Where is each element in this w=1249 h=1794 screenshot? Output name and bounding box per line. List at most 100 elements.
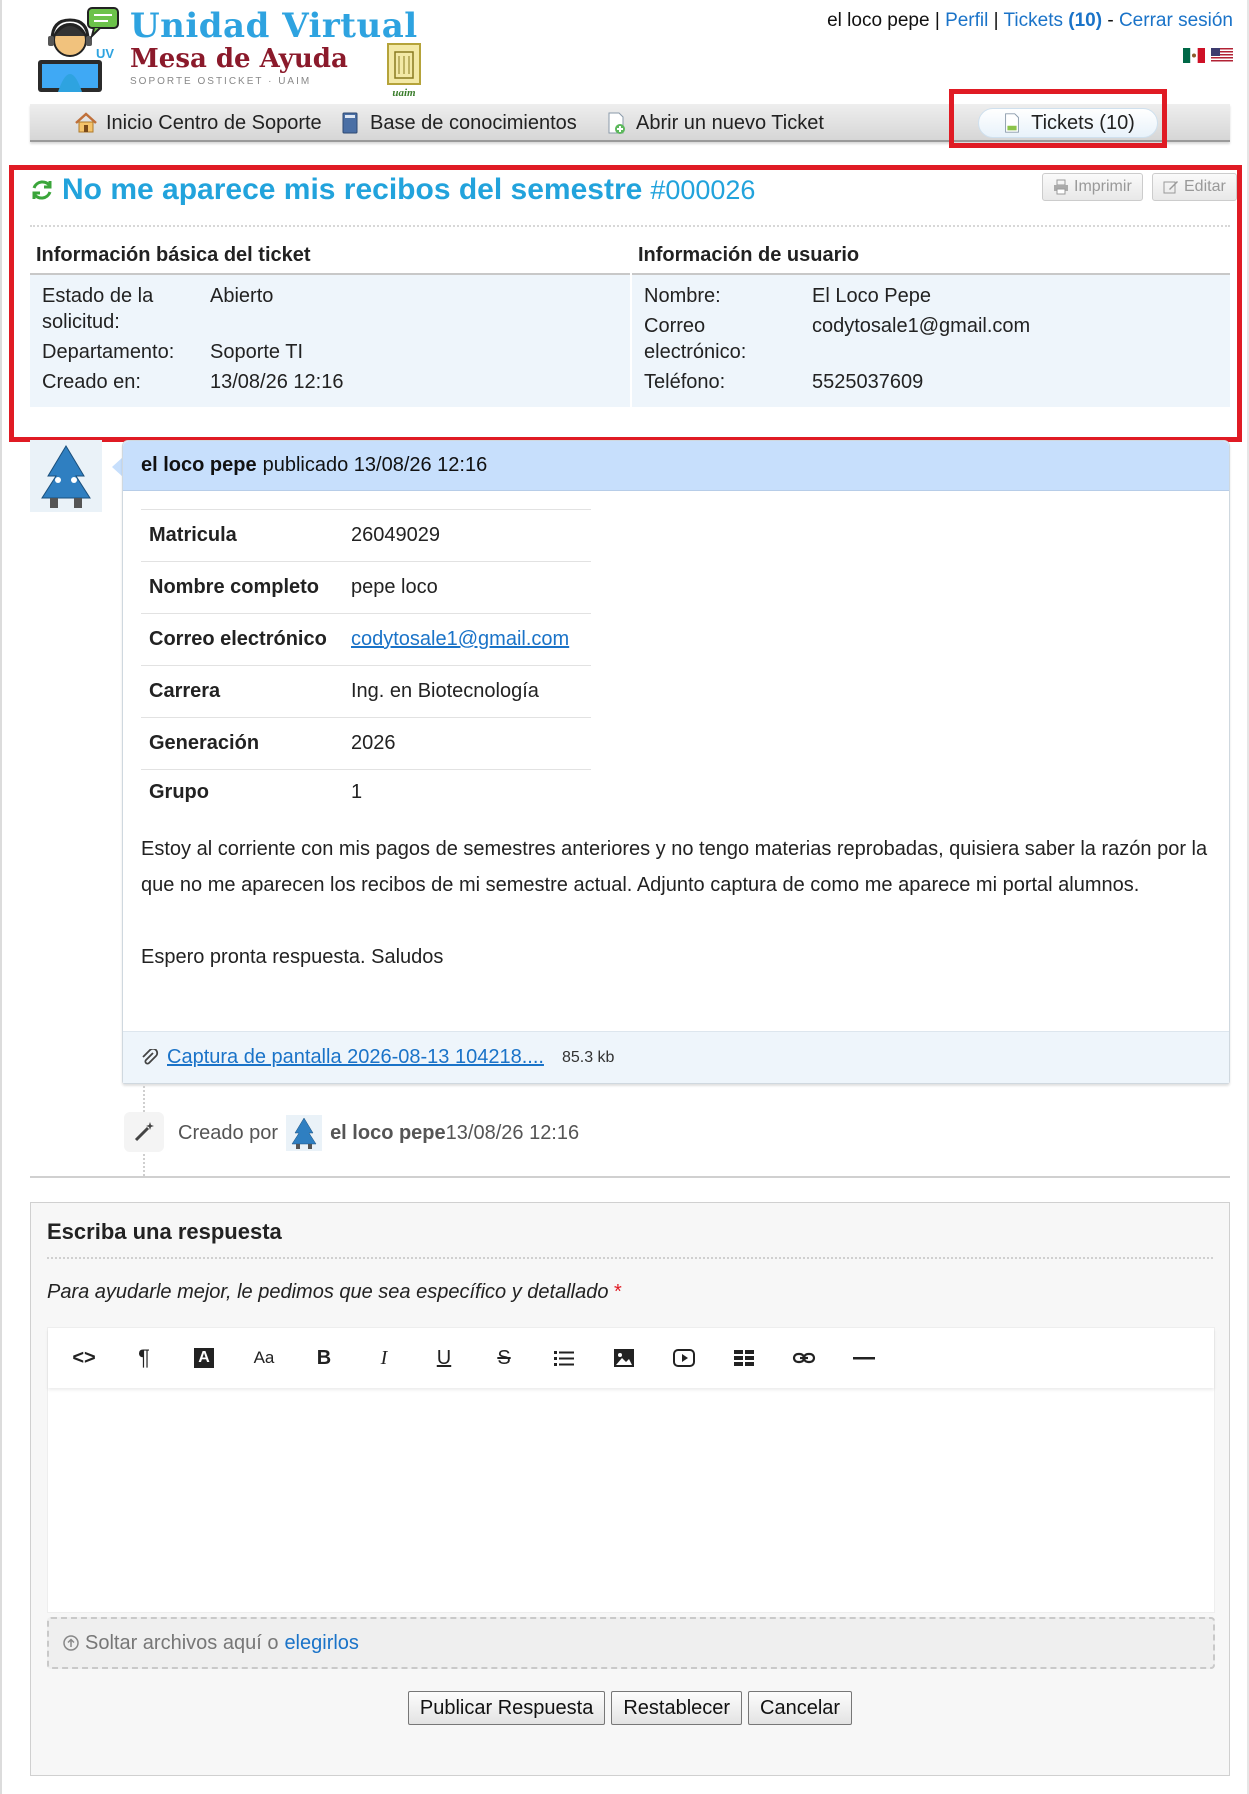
user-email-value: codytosale1@gmail.com — [812, 315, 1031, 337]
nav-knowledge-base-label: Base de conocimientos — [370, 111, 577, 134]
nav-home[interactable]: Inicio Centro de Soporte — [74, 104, 322, 142]
field-email-link[interactable]: codytosale1@gmail.com — [351, 628, 569, 650]
seal-label: uaim — [392, 87, 416, 99]
table-row: Carrera Ing. en Biotecnología — [141, 665, 591, 718]
attachment-size: 85.3 kb — [561, 1048, 615, 1066]
event-author: el loco pepe — [330, 1121, 446, 1144]
new-ticket-icon — [608, 112, 625, 134]
table-row: Nombre completo pepe loco — [141, 561, 591, 614]
font-color-button[interactable]: A — [174, 1338, 234, 1378]
choose-files-link[interactable]: elegirlos — [284, 1632, 358, 1655]
book-icon — [342, 112, 358, 134]
image-icon — [614, 1349, 634, 1367]
nav-home-label: Inicio Centro de Soporte — [106, 111, 322, 134]
page: UV Unidad Virtual Mesa de Ayuda SOPORTE … — [0, 0, 1249, 1794]
main-nav: Inicio Centro de Soporte Base de conocim… — [30, 104, 1230, 142]
horizontal-rule-button[interactable] — [834, 1338, 894, 1378]
mexico-flag-icon[interactable] — [1183, 48, 1205, 63]
table-button[interactable] — [714, 1338, 774, 1378]
reply-form: Escriba una respuesta Para ayudarle mejo… — [30, 1202, 1230, 1776]
reset-button[interactable]: Restablecer — [611, 1691, 743, 1725]
ticket-title: No me aparece mis recibos del semestre #… — [30, 170, 755, 210]
printer-icon — [1054, 179, 1068, 195]
tickets-link[interactable]: Tickets (10) — [1004, 10, 1103, 31]
editor-toolbar: <> ¶ A Aa B I U S — [48, 1328, 1214, 1388]
thread-end-separator — [30, 1176, 1230, 1178]
ticket-number: #000026 — [650, 174, 756, 205]
nav-new-ticket-label: Abrir un nuevo Ticket — [636, 111, 824, 134]
table-row: Generación 2026 — [141, 717, 591, 770]
link-icon — [792, 1352, 816, 1364]
field-group: 1 — [343, 769, 591, 816]
header-separator — [30, 225, 1230, 227]
edit-label: Editar — [1184, 178, 1226, 195]
paperclip-icon — [142, 1048, 159, 1064]
refresh-icon[interactable] — [30, 178, 54, 202]
italic-button[interactable]: I — [354, 1338, 414, 1378]
nav-knowledge-base[interactable]: Base de conocimientos — [338, 104, 577, 142]
status-value: Abierto — [210, 285, 274, 307]
username: el loco pepe — [827, 10, 930, 31]
thread-author: el loco pepe — [141, 454, 257, 476]
info-row-name: Nombre: El Loco Pepe — [632, 281, 1230, 311]
edit-button[interactable]: Editar — [1152, 173, 1237, 201]
thread-event: Creado por el loco pepe13/08/26 12:16 — [178, 1115, 580, 1151]
print-button[interactable]: Imprimir — [1042, 173, 1143, 201]
logo-badge: UV — [96, 46, 114, 61]
nav-tickets[interactable]: Tickets (10) — [978, 108, 1158, 138]
event-time: 13/08/26 12:16 — [445, 1121, 580, 1144]
required-marker: * — [614, 1281, 622, 1303]
thread-message: Estoy al corriente con mis pagos de seme… — [141, 831, 1211, 1011]
underline-button[interactable]: U — [414, 1338, 474, 1378]
site-logo[interactable]: UV Unidad Virtual Mesa de Ayuda SOPORTE … — [34, 6, 434, 99]
created-value: 13/08/26 12:16 — [210, 371, 344, 393]
print-label: Imprimir — [1074, 178, 1132, 195]
strikethrough-button[interactable]: S — [474, 1338, 534, 1378]
table-icon — [734, 1350, 754, 1366]
edit-icon — [1163, 181, 1178, 194]
support-agent-icon: UV — [38, 7, 119, 92]
submit-reply-button[interactable]: Publicar Respuesta — [407, 1691, 606, 1725]
font-size-button[interactable]: Aa — [234, 1338, 294, 1378]
image-button[interactable] — [594, 1338, 654, 1378]
file-dropzone[interactable]: Soltar archivos aquí o elegirlos — [47, 1617, 1215, 1669]
video-button[interactable] — [654, 1338, 714, 1378]
nav-tickets-label: Tickets (10) — [1031, 111, 1135, 134]
event-avatar — [286, 1115, 323, 1151]
cancel-button[interactable]: Cancelar — [748, 1691, 853, 1725]
profile-link[interactable]: Perfil — [945, 10, 988, 31]
user-name-value: El Loco Pepe — [812, 285, 931, 307]
reply-actions: Publicar Respuesta Restablecer Cancelar — [31, 1691, 1229, 1725]
link-button[interactable] — [774, 1338, 834, 1378]
bold-button[interactable]: B — [294, 1338, 354, 1378]
list-button[interactable] — [534, 1338, 594, 1378]
nav-new-ticket[interactable]: Abrir un nuevo Ticket — [604, 104, 824, 142]
attachment-link[interactable]: Captura de pantalla 2026-08-13 104218...… — [167, 1046, 544, 1069]
ticket-subject: No me aparece mis recibos del semestre — [62, 173, 643, 206]
upload-icon — [63, 1635, 79, 1651]
logo-title: Unidad Virtual — [130, 6, 418, 46]
attachment-bar: Captura de pantalla 2026-08-13 104218...… — [123, 1031, 1229, 1083]
event-created-by: Creado por — [178, 1121, 279, 1144]
tickets-count: (10) — [1068, 10, 1103, 31]
html-code-button[interactable]: <> — [54, 1338, 114, 1378]
horizontal-rule-icon — [853, 1357, 875, 1360]
thread-entry-header: el loco pepe publicado 13/08/26 12:16 — [123, 441, 1229, 491]
info-row-department: Departamento: Soporte TI — [30, 337, 630, 367]
university-seal-icon: uaim — [387, 43, 421, 99]
field-full-name: pepe loco — [343, 561, 591, 614]
message-paragraph: Espero pronta respuesta. Saludos — [141, 946, 444, 968]
info-row-created: Creado en: 13/08/26 12:16 — [30, 367, 630, 397]
field-generation: 2026 — [343, 717, 591, 770]
paragraph-button[interactable]: ¶ — [114, 1338, 174, 1378]
logo-subtitle: Mesa de Ayuda — [130, 44, 348, 74]
field-matricula: 26049029 — [343, 509, 591, 562]
department-value: Soporte TI — [210, 341, 304, 363]
thread-posted-time: publicado 13/08/26 12:16 — [262, 454, 488, 476]
home-icon — [75, 112, 97, 133]
usa-flag-icon[interactable] — [1211, 48, 1233, 63]
basic-info-heading: Información básica del ticket — [30, 240, 630, 275]
logout-link[interactable]: Cerrar sesión — [1119, 10, 1233, 31]
language-selector — [1183, 48, 1233, 63]
reply-editor[interactable]: <> ¶ A Aa B I U S — [47, 1327, 1215, 1613]
